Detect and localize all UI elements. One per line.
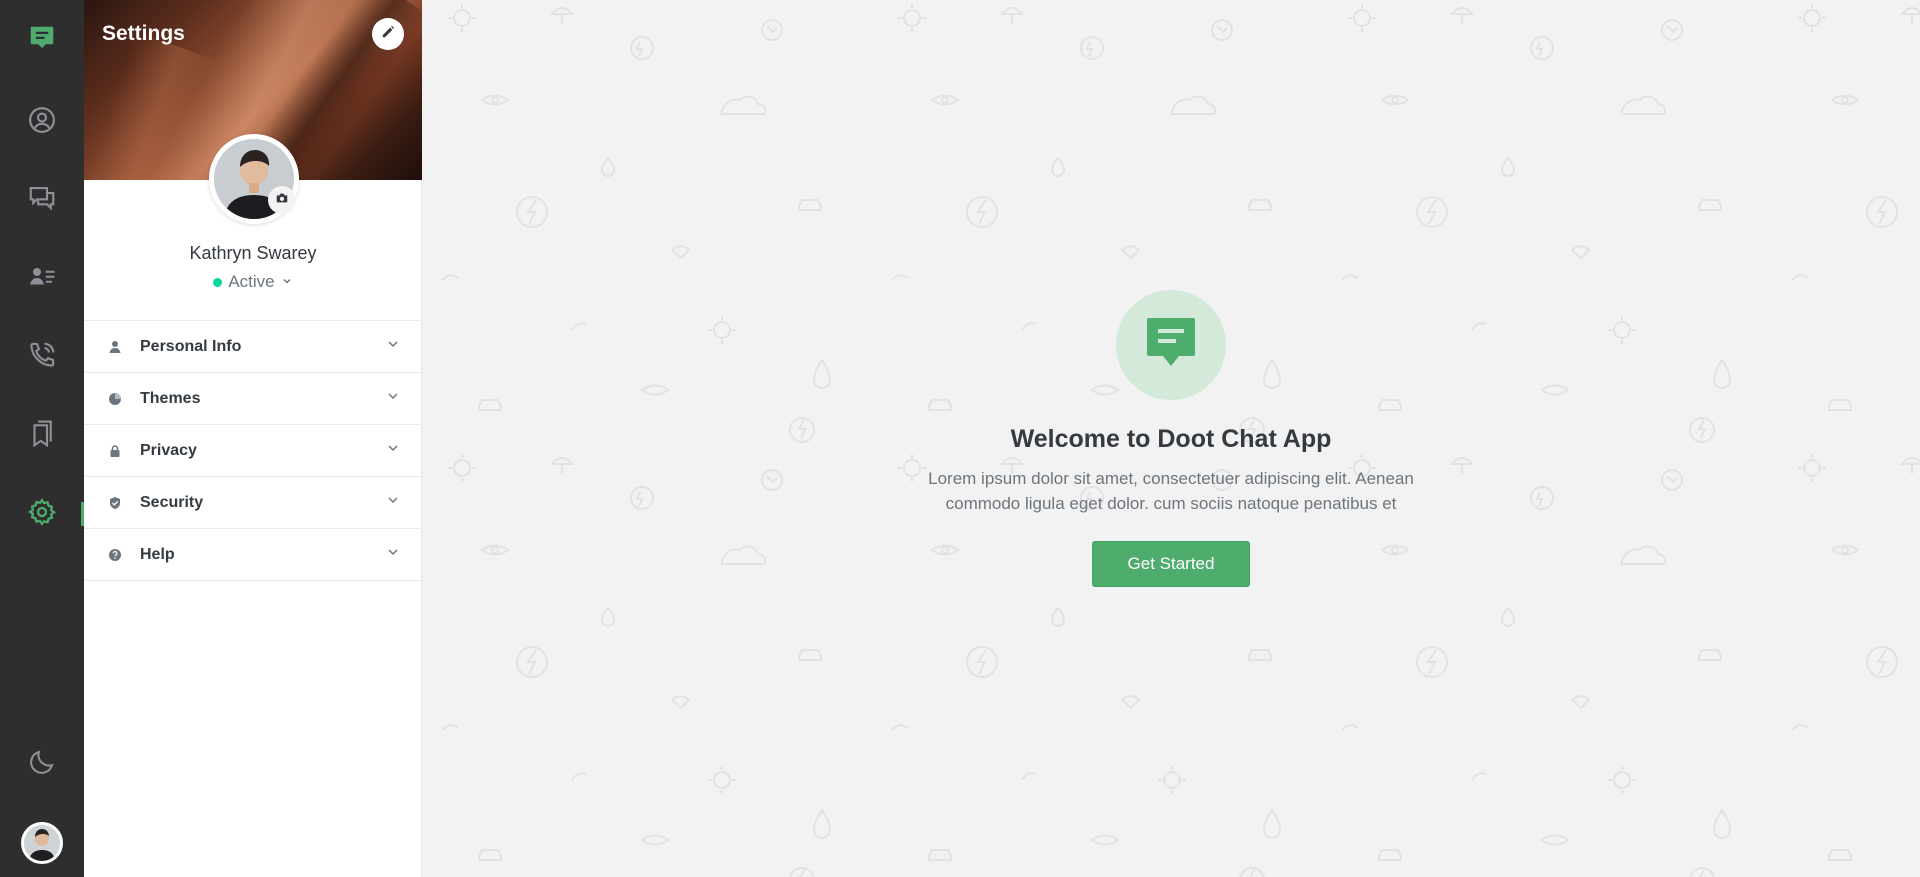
rail-item-calls[interactable] xyxy=(0,327,84,387)
section-personal-info[interactable]: Personal Info xyxy=(84,321,422,373)
section-label: Security xyxy=(140,493,204,511)
chevron-down-icon xyxy=(386,545,400,564)
chats-icon xyxy=(27,183,57,218)
status-dropdown[interactable]: Active xyxy=(84,272,422,292)
change-photo-button[interactable] xyxy=(268,186,296,214)
section-themes[interactable]: Themes xyxy=(84,373,422,425)
rail-item-bookmarks[interactable] xyxy=(0,406,84,466)
rail-item-contacts[interactable] xyxy=(0,249,84,309)
lock-icon xyxy=(108,444,122,458)
camera-icon xyxy=(275,191,289,210)
chevron-down-icon xyxy=(386,389,400,408)
section-label: Personal Info xyxy=(140,337,242,355)
bookmarks-icon xyxy=(27,419,57,454)
welcome-title: Welcome to Doot Chat App xyxy=(1010,425,1332,453)
chat-logo-icon xyxy=(27,23,57,58)
section-label: Privacy xyxy=(140,441,197,459)
side-rail xyxy=(0,0,84,877)
rail-logo[interactable] xyxy=(0,10,84,70)
welcome-area: Welcome to Doot Chat App Lorem ipsum dol… xyxy=(422,0,1920,877)
settings-panel: Settings Kathryn Swarey Active Personal … xyxy=(84,0,422,877)
rail-item-settings[interactable] xyxy=(0,484,84,544)
avatar[interactable] xyxy=(21,822,63,864)
calls-icon xyxy=(27,340,57,375)
pencil-icon xyxy=(381,25,395,44)
get-started-button[interactable]: Get Started xyxy=(1092,541,1250,587)
settings-icon xyxy=(27,497,57,532)
welcome-logo xyxy=(1116,290,1226,400)
section-label: Themes xyxy=(140,389,201,407)
chevron-down-icon xyxy=(386,441,400,460)
welcome-text: Lorem ipsum dolor sit amet, consectetuer… xyxy=(921,466,1421,516)
page-title: Settings xyxy=(102,22,185,45)
palette-icon xyxy=(108,392,122,406)
user-name: Kathryn Swarey xyxy=(189,243,317,263)
welcome-text-line1: Lorem ipsum dolor sit amet, consectetuer… xyxy=(928,469,1414,488)
chat-logo-icon xyxy=(1146,316,1196,375)
rail-item-profile[interactable] xyxy=(0,92,84,152)
welcome-text-line2: commodo ligula eget dolor. cum sociis na… xyxy=(945,494,1397,513)
settings-accordion: Personal Info Themes Privacy Security He… xyxy=(84,320,422,581)
theme-toggle[interactable] xyxy=(0,734,84,794)
user-icon xyxy=(108,340,122,354)
chevron-down-icon xyxy=(386,493,400,512)
edit-cover-button[interactable] xyxy=(372,18,404,50)
section-security[interactable]: Security xyxy=(84,477,422,529)
chevron-down-icon xyxy=(281,272,293,292)
question-icon xyxy=(108,548,122,562)
user-profile-icon xyxy=(27,105,57,140)
rail-item-chats[interactable] xyxy=(0,170,84,230)
contacts-icon xyxy=(27,262,57,297)
section-label: Help xyxy=(140,545,175,563)
section-privacy[interactable]: Privacy xyxy=(84,425,422,477)
shield-icon xyxy=(108,496,122,510)
moon-icon xyxy=(27,747,57,782)
status-label: Active xyxy=(228,272,275,291)
section-help[interactable]: Help xyxy=(84,529,422,581)
status-dot-icon xyxy=(213,277,223,287)
chevron-down-icon xyxy=(386,337,400,356)
